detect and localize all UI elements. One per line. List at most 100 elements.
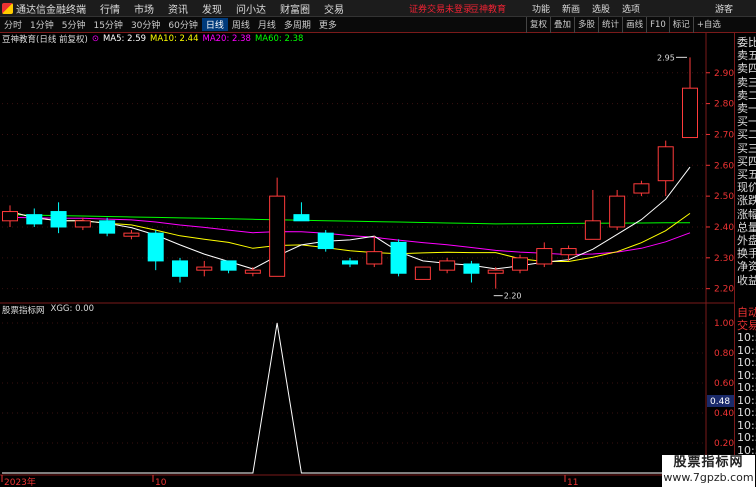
- overlay-button[interactable]: 叠加: [550, 17, 574, 33]
- new-link[interactable]: 新画: [562, 2, 580, 15]
- function-link[interactable]: 功能: [532, 2, 550, 15]
- statistics-button[interactable]: 统计: [598, 17, 622, 33]
- candle-body: [682, 87, 698, 139]
- menu-trade[interactable]: 交易: [324, 1, 344, 16]
- mark-button[interactable]: 标记: [668, 17, 693, 33]
- candle-body: [463, 263, 480, 274]
- candle-body: [584, 220, 601, 240]
- time-tick-label: 11: [567, 478, 578, 487]
- stock-name-link[interactable]: 豆神教育: [470, 2, 506, 15]
- trade-time-label: 10:55: [737, 393, 756, 407]
- period-30min[interactable]: 30分钟: [127, 18, 164, 31]
- menu-news[interactable]: 资讯: [168, 1, 188, 16]
- stock-title: 豆神教育(日线 前复权): [2, 35, 88, 45]
- trade-time-label: 10:55: [737, 356, 756, 369]
- options-link[interactable]: 选项: [622, 2, 640, 15]
- trading-terminal-window: 通达信金融终端 行情 市场 资讯 发现 问小达 财富圈 交易 证券交易未登录 豆…: [0, 0, 756, 487]
- trade-time-label: 10:55: [737, 331, 756, 344]
- ma10-label: MA10: 2.44: [150, 34, 199, 44]
- period-multi[interactable]: 多周期: [280, 18, 315, 31]
- indicator-name: 股票指标网: [2, 306, 45, 316]
- candle-body: [342, 260, 358, 265]
- quote-field-label: 委比: [737, 36, 756, 49]
- app-logo-icon: [2, 2, 13, 14]
- period-weekly[interactable]: 周线: [228, 18, 254, 31]
- candle-body: [172, 260, 188, 277]
- xgg-indicator-line: [2, 322, 704, 474]
- quote-field-label: 买三: [737, 141, 756, 155]
- quote-field-label: 买一: [737, 115, 756, 129]
- ma20-label: MA20: 2.38: [202, 34, 251, 44]
- candle-body: [196, 266, 213, 271]
- indicator-tick-label: 1.00: [714, 319, 734, 329]
- quote-field-label: 现价: [737, 181, 756, 195]
- price-tick-label: 2.70: [714, 130, 734, 140]
- period-toolbar: 分时 1分钟 5分钟 15分钟 30分钟 60分钟 日线 周线 月线 多周期 更…: [0, 17, 756, 33]
- trade-time-label: 10:55: [737, 406, 756, 419]
- candle-body: [74, 220, 91, 228]
- quote-field-label: 总量: [737, 220, 756, 234]
- xgg-value: XGG: 0.00: [50, 304, 95, 314]
- app-title: 通达信金融终端: [16, 4, 86, 16]
- quote-field-label: 卖一: [737, 102, 756, 115]
- menu-discover[interactable]: 发现: [202, 1, 222, 16]
- quote-field-label: 换手: [737, 247, 756, 261]
- candle-body: [26, 214, 43, 225]
- menu-ask[interactable]: 问小达: [236, 1, 266, 16]
- candle-body: [293, 214, 310, 222]
- quote-field-label: 收益: [737, 273, 756, 287]
- menu-market[interactable]: 市场: [134, 1, 154, 16]
- period-5min[interactable]: 5分钟: [58, 18, 90, 31]
- stock-select-link[interactable]: 选股: [592, 2, 610, 15]
- draw-line-button[interactable]: 画线: [622, 17, 646, 33]
- price-tick-label: 2.40: [714, 223, 734, 233]
- candle-body: [147, 232, 164, 262]
- period-15min[interactable]: 15分钟: [89, 18, 126, 31]
- add-watchlist-button[interactable]: +自选: [692, 17, 724, 33]
- period-1min[interactable]: 1分钟: [26, 18, 58, 31]
- f10-button[interactable]: F10: [646, 17, 669, 33]
- price-tick-label: 2.60: [714, 161, 734, 171]
- candle-body: [536, 248, 553, 265]
- period-60min[interactable]: 60分钟: [164, 18, 201, 31]
- period-monthly[interactable]: 月线: [254, 18, 280, 31]
- adjust-button[interactable]: 复权: [526, 17, 550, 33]
- quote-side-panel: 委比卖五卖四卖三卖二卖一买一买二买三买四买五现价涨跌涨幅总量外盘换手净资收益自动…: [734, 33, 756, 487]
- candle-body: [390, 241, 407, 274]
- multi-stock-button[interactable]: 多股: [574, 17, 598, 33]
- trade-time-label: 10:55: [737, 418, 756, 432]
- period-more[interactable]: 更多: [315, 18, 341, 31]
- watermark-url: www.7gpzb.com: [663, 471, 754, 484]
- quote-field-label: 买五: [737, 168, 756, 181]
- period-daily[interactable]: 日线: [201, 18, 228, 31]
- candle-body: [487, 269, 504, 274]
- period-timeshare[interactable]: 分时: [0, 18, 26, 31]
- quote-field-label: 净资: [737, 260, 756, 274]
- candle-body: [269, 195, 286, 277]
- indicator-tick-label: 0.80: [714, 349, 734, 359]
- price-tick-label: 2.80: [714, 100, 734, 110]
- quote-field-label: 外盘: [737, 234, 756, 247]
- trade-time-label: 10:55: [737, 381, 756, 394]
- login-notice[interactable]: 证券交易未登录: [409, 2, 472, 15]
- quote-field-label: 卖四: [737, 62, 756, 76]
- indicator-tick-label: 0.20: [714, 439, 734, 449]
- quote-field-label: 买二: [737, 128, 756, 142]
- ma60-label: MA60: 2.38: [254, 34, 304, 44]
- candle-body: [123, 232, 140, 237]
- menu-wealth[interactable]: 财富圈: [280, 1, 310, 16]
- quote-field-label: 卖五: [737, 49, 756, 63]
- kline-chart[interactable]: 2.20 2.30 2.40 2.50 2.60 2.70 2.80 2.90 0.20 0.40…: [0, 33, 734, 487]
- settings-dot-icon[interactable]: ⊙: [92, 34, 99, 44]
- candle-body: [317, 232, 334, 250]
- candle-body: [220, 260, 237, 271]
- price-tick-label: 2.30: [714, 254, 734, 264]
- top-menu-bar: 通达信金融终端 行情 市场 资讯 发现 问小达 财富圈 交易 证券交易未登录 豆…: [0, 0, 756, 17]
- menu-quotes[interactable]: 行情: [100, 1, 120, 16]
- time-tick-label: 10: [155, 478, 167, 487]
- quote-field-label: 卖二: [737, 88, 756, 102]
- trade-time-label: 自动: [737, 306, 756, 319]
- user-label[interactable]: 游客: [715, 2, 733, 15]
- watermark: 股票指标网 www.7gpzb.com: [662, 455, 755, 487]
- trade-time-label: 10:55: [737, 431, 756, 444]
